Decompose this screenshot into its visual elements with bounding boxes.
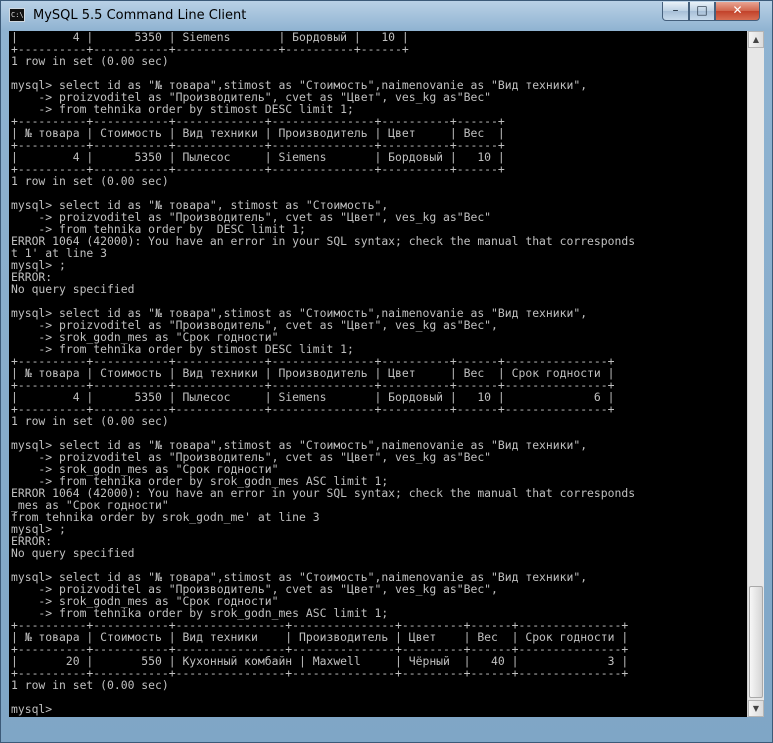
minimize-button[interactable]: –	[662, 2, 689, 21]
scroll-down-button[interactable]: ▼	[748, 700, 764, 717]
window-bottom-frame	[1, 717, 772, 742]
console-window: C:\ MySQL 5.5 Command Line Client – □ ✕ …	[0, 0, 773, 743]
console-line: 1 row in set (0.00 sec)	[11, 54, 169, 68]
vertical-scrollbar[interactable]: ▲ ▼	[747, 31, 764, 717]
console-text: | 4 | 5350 | Siemens | Бордовый | 10 | +-…	[9, 31, 747, 715]
console-line: 1 row in set (0.00 sec)	[11, 414, 169, 428]
maximize-button[interactable]: □	[689, 2, 715, 21]
console-output[interactable]: | 4 | 5350 | Siemens | Бордовый | 10 | +-…	[9, 31, 747, 717]
console-line: from tehnika order by srok_godn_me' at l…	[11, 510, 320, 524]
console-app-icon[interactable]: C:\	[9, 8, 25, 22]
scroll-thumb[interactable]	[749, 586, 763, 698]
window-title: MySQL 5.5 Command Line Client	[33, 8, 247, 23]
console-line: mysql> ;	[11, 258, 66, 272]
console-line: 1 row in set (0.00 sec)	[11, 678, 169, 692]
console-line: No query specified	[11, 282, 135, 296]
scroll-up-button[interactable]: ▲	[748, 31, 764, 48]
console-line: No query specified	[11, 546, 135, 560]
console-line: mysql> ;	[11, 522, 66, 536]
console-line: mysql>	[11, 702, 53, 716]
title-bar[interactable]: C:\ MySQL 5.5 Command Line Client – □ ✕	[1, 1, 772, 31]
console-line: ERROR 1064 (42000): You have an error in…	[11, 234, 636, 248]
console-line: t 1' at line 3	[11, 246, 108, 260]
console-line: 1 row in set (0.00 sec)	[11, 174, 169, 188]
close-button[interactable]: ✕	[715, 2, 760, 21]
